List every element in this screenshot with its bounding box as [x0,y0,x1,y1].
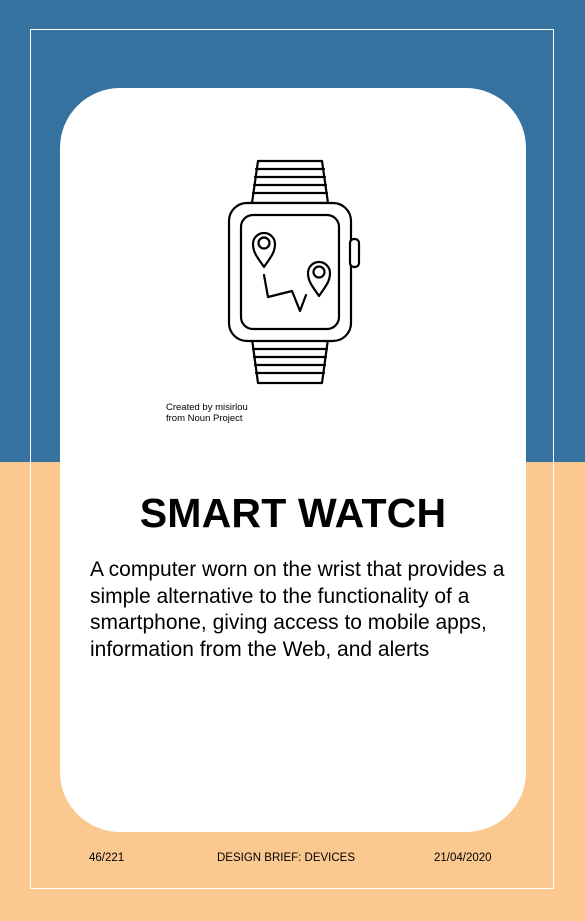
section-label: DESIGN BRIEF: DEVICES [217,852,356,864]
icon-credit: Created by misirlou from Noun Project [166,402,248,424]
card-description: A computer worn on the wrist that provid… [90,558,505,661]
credit-line: from Noun Project [166,413,243,424]
date-label: 21/04/2020 [434,852,492,864]
card-title: SMART WATCH [139,490,447,536]
page-number: 46/221 [89,852,125,864]
smartwatch-map-icon [227,159,361,385]
credit-line: Created by misirlou [166,402,248,413]
